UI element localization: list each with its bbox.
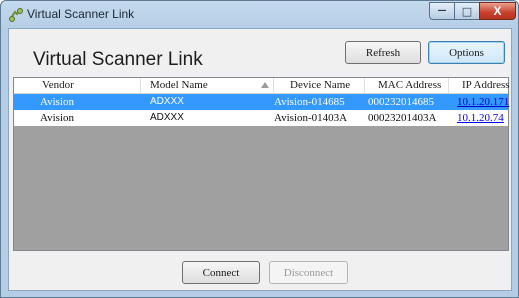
cell-device-name: Avision-01403A xyxy=(274,112,348,124)
cell-ip-address-link[interactable]: 10.1.20.171 xyxy=(457,94,509,110)
sort-ascending-icon xyxy=(261,82,269,88)
title-bar[interactable]: Virtual Scanner Link — □ X xyxy=(1,1,518,27)
table-row[interactable]: Avision ADXXX Avision-01403A 00023201403… xyxy=(14,110,508,126)
window-title: Virtual Scanner Link xyxy=(27,7,135,21)
column-divider[interactable] xyxy=(448,78,449,93)
close-icon: X xyxy=(493,4,502,18)
column-header-device-name[interactable]: Device Name xyxy=(290,79,350,92)
column-divider[interactable] xyxy=(140,78,141,93)
table-header: Vendor Model Name Device Name MAC Addres… xyxy=(14,78,510,94)
column-header-ip-address[interactable]: IP Address xyxy=(462,79,510,92)
column-header-mac-address[interactable]: MAC Address xyxy=(378,79,441,92)
app-window: Virtual Scanner Link — □ X Virtual Scann… xyxy=(0,0,519,298)
minimize-icon: — xyxy=(437,6,447,16)
cell-model-name: ADXXX xyxy=(150,96,184,107)
maximize-button[interactable]: □ xyxy=(454,2,480,20)
column-header-vendor[interactable]: Vendor xyxy=(42,79,74,92)
minimize-button[interactable]: — xyxy=(429,2,455,20)
options-button[interactable]: Options xyxy=(428,41,505,64)
column-divider[interactable] xyxy=(364,78,365,93)
cell-mac-address: 00023201403A xyxy=(368,112,437,124)
scanner-link-icon xyxy=(9,8,23,22)
cell-mac-address: 000232014685 xyxy=(368,96,434,108)
cell-device-name: Avision-014685 xyxy=(274,96,345,108)
cell-vendor: Avision xyxy=(40,112,75,124)
refresh-button[interactable]: Refresh xyxy=(345,41,421,64)
cell-ip-address-link[interactable]: 10.1.20.74 xyxy=(457,110,504,126)
cell-vendor: Avision xyxy=(40,96,75,108)
column-header-model-name[interactable]: Model Name xyxy=(150,79,208,92)
column-divider[interactable] xyxy=(273,78,274,93)
table-row[interactable]: Avision ADXXX Avision-014685 00023201468… xyxy=(14,94,509,110)
maximize-icon: □ xyxy=(461,4,473,18)
page-title: Virtual Scanner Link xyxy=(33,49,203,70)
client-area: Virtual Scanner Link Refresh Options Ven… xyxy=(8,28,512,291)
connect-button[interactable]: Connect xyxy=(182,261,260,284)
close-button[interactable]: X xyxy=(479,2,516,20)
disconnect-button: Disconnect xyxy=(269,261,348,284)
cell-model-name: ADXXX xyxy=(150,112,184,123)
scanner-list[interactable]: Vendor Model Name Device Name MAC Addres… xyxy=(13,77,510,251)
